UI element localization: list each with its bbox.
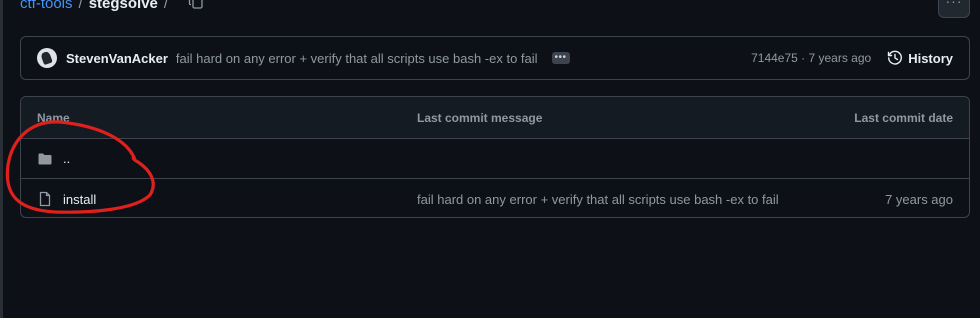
breadcrumb-repo-link[interactable]: ctf-tools — [20, 0, 73, 12]
commit-hash-time[interactable]: 7144e75 · 7 years ago — [751, 51, 871, 65]
breadcrumb-trailing-separator: / — [163, 0, 169, 12]
table-row-install[interactable]: install fail hard on any error + verify … — [21, 179, 969, 217]
latest-commit-bar: StevenVanAcker fail hard on any error + … — [20, 36, 970, 80]
file-table: Name Last commit message Last commit dat… — [20, 96, 970, 218]
row-name-cell: .. — [21, 151, 417, 167]
copy-icon[interactable] — [188, 0, 206, 12]
commit-message-link[interactable]: fail hard on any error + verify that all… — [176, 51, 538, 66]
table-header: Name Last commit message Last commit dat… — [21, 97, 969, 139]
history-label: History — [908, 50, 953, 66]
breadcrumb-separator: / — [78, 0, 83, 12]
breadcrumb-current-folder: stegsolve — [88, 0, 158, 12]
folder-icon — [37, 151, 53, 167]
window-edge — [0, 0, 3, 318]
row-commit-message-link[interactable]: fail hard on any error + verify that all… — [417, 192, 837, 207]
header-last-commit-message: Last commit message — [417, 110, 543, 125]
history-icon — [887, 50, 903, 66]
row-name-cell: install — [21, 191, 417, 207]
commit-author-link[interactable]: StevenVanAcker — [66, 51, 168, 66]
file-icon — [37, 191, 53, 207]
history-button[interactable]: History — [887, 50, 953, 66]
install-file-link[interactable]: install — [63, 192, 96, 207]
parent-folder-link[interactable]: .. — [63, 151, 70, 166]
row-commit-date: 7 years ago — [885, 191, 953, 207]
ellipsis-icon[interactable]: ••• — [551, 52, 570, 64]
table-row-parent-folder[interactable]: .. — [21, 139, 969, 179]
breadcrumb: ctf-tools / stegsolve / — [20, 0, 206, 13]
user-avatar[interactable] — [37, 48, 57, 68]
more-options-button[interactable]: ··· — [938, 0, 970, 18]
header-name: Name — [37, 110, 70, 125]
header-last-commit-date: Last commit date — [854, 110, 953, 125]
kebab-horizontal-icon: ··· — [945, 0, 963, 9]
